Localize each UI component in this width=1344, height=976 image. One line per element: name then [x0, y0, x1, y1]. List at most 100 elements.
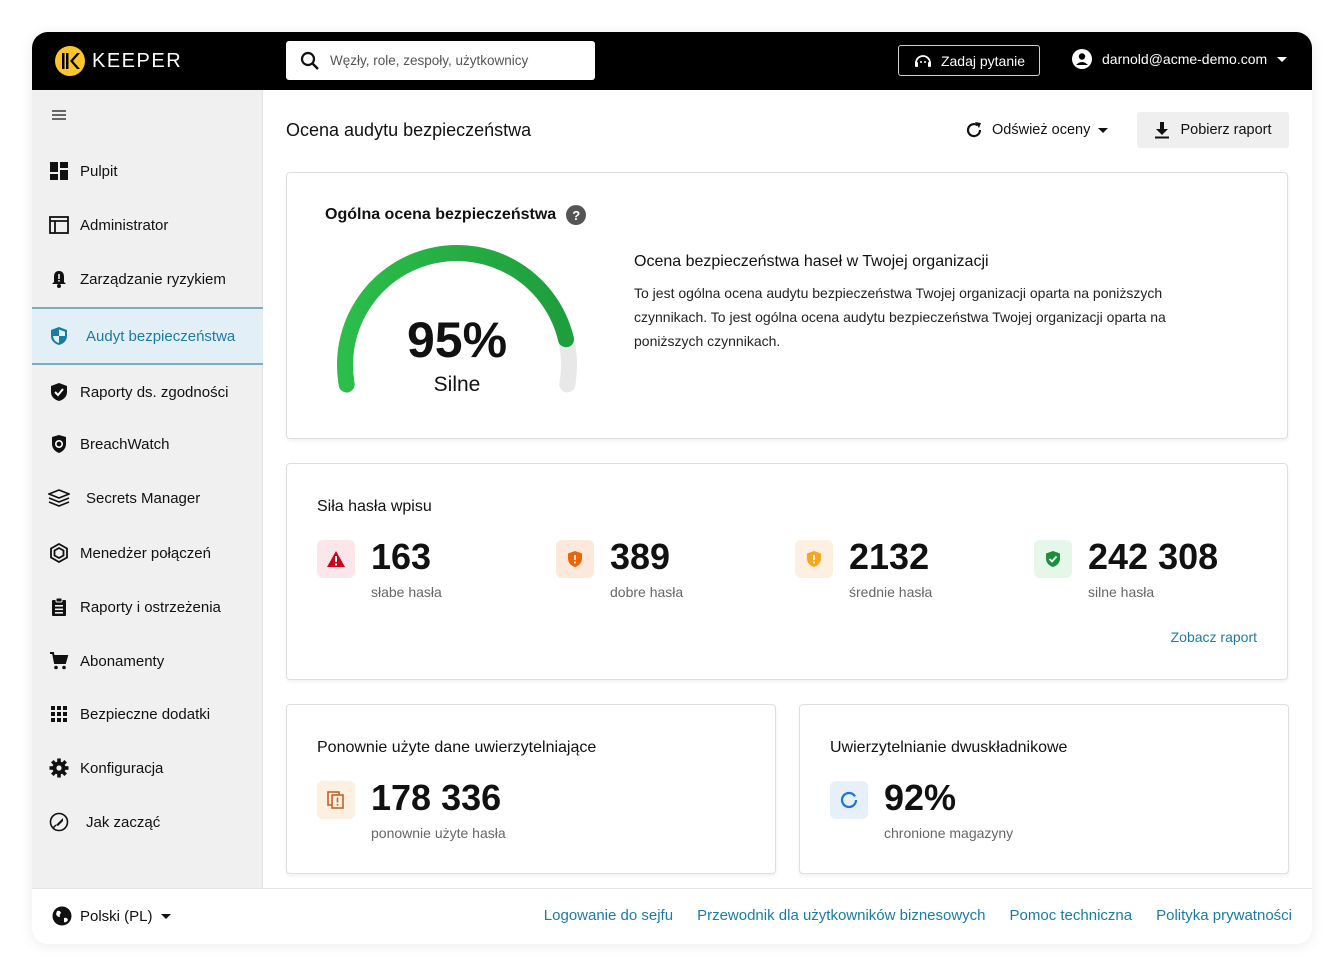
sidebar-item-label: Pulpit — [80, 162, 118, 180]
grid-icon — [48, 703, 70, 725]
overall-score-card: Ogólna ocena bezpieczeństwa ? 95% Silne — [286, 172, 1288, 439]
warning-triangle-icon — [317, 540, 355, 578]
gear-icon — [48, 757, 70, 779]
chevron-down-icon — [1277, 56, 1288, 62]
weak-passwords-count: 163 — [371, 536, 432, 577]
strong-passwords-count: 242 308 — [1088, 536, 1219, 577]
cart-icon — [48, 650, 70, 672]
dashboard-icon — [48, 160, 70, 182]
score-value: 95% — [406, 312, 508, 368]
sidebar-item-label: Abonamenty — [80, 652, 165, 670]
shield-exclamation-icon — [556, 540, 594, 578]
privacy-policy-link[interactable]: Polityka prywatności — [1156, 907, 1292, 924]
download-report-label: Pobierz raport — [1180, 122, 1272, 138]
sidebar-item-label: BreachWatch — [80, 435, 170, 453]
score-rating: Silne — [433, 373, 481, 396]
two-factor-label: chronione magazyny — [884, 825, 1014, 841]
user-email: darnold@acme-demo.com — [1102, 51, 1268, 67]
layers-icon — [48, 487, 70, 509]
search-box[interactable] — [286, 41, 595, 80]
chevron-down-icon — [160, 913, 171, 919]
shield-check-icon — [1034, 540, 1072, 578]
download-icon — [1155, 122, 1170, 139]
refresh-scores-dropdown[interactable]: Odśwież oceny — [964, 120, 1109, 140]
ask-question-label: Zadaj pytanie — [940, 52, 1026, 69]
sidebar-item-label: Raporty i ostrzeżenia — [80, 598, 221, 616]
rocket-icon — [48, 811, 70, 833]
reused-credentials-title: Ponownie użyte dane uwierzytelniające — [317, 739, 597, 756]
app-window: KEEPER Zadaj pytanie darn — [32, 32, 1312, 944]
view-report-link[interactable]: Zobacz raport — [1171, 629, 1257, 645]
footer: Polski (PL) Logowanie do sejfu Przewodni… — [32, 888, 1312, 944]
account-circle-icon — [1072, 49, 1092, 69]
sidebar-item-getting-started[interactable]: Jak zacząć — [32, 802, 263, 842]
reused-credentials-card: Ponownie użyte dane uwierzytelniające 17… — [286, 704, 776, 874]
sidebar-item-breachwatch[interactable]: BreachWatch — [32, 424, 263, 464]
reused-passwords-label: ponownie użyte hasła — [371, 825, 506, 841]
reused-passwords-count: 178 336 — [371, 777, 502, 818]
language-selector[interactable]: Polski (PL) — [52, 906, 171, 926]
help-icon[interactable]: ? — [566, 205, 587, 225]
two-factor-card: Uwierzytelnianie dwuskładnikowe 92% chro… — [799, 704, 1289, 874]
download-report-button[interactable]: Pobierz raport — [1137, 112, 1289, 148]
vault-login-link[interactable]: Logowanie do sejfu — [544, 907, 673, 924]
connection-hexagon-icon — [48, 542, 70, 564]
sidebar-item-pulpit[interactable]: Pulpit — [32, 151, 263, 191]
main-content: Ocena audytu bezpieczeństwa Odśwież ocen… — [264, 90, 1312, 888]
strong-passwords-label: silne hasła — [1088, 584, 1155, 600]
sidebar-item-label: Jak zacząć — [86, 813, 161, 831]
sidebar-item-secrets-manager[interactable]: Secrets Manager — [32, 478, 263, 518]
user-menu[interactable]: darnold@acme-demo.com — [1072, 49, 1288, 69]
shield-half-icon — [48, 325, 70, 347]
score-description: Ocena bezpieczeństwa haseł w Twojej orga… — [634, 253, 1234, 353]
sidebar-item-administrator[interactable]: Administrator — [32, 205, 263, 245]
breachwatch-icon — [48, 433, 70, 455]
good-passwords-label: dobre hasła — [610, 584, 684, 600]
two-factor-percent: 92% — [884, 777, 957, 818]
clipboard-icon — [48, 596, 70, 618]
refresh-icon — [966, 122, 982, 138]
sidebar-item-label: Menedżer połączeń — [80, 544, 211, 562]
sidebar-item-secure-addons[interactable]: Bezpieczne dodatki — [32, 694, 263, 734]
shield-check-icon — [48, 381, 70, 403]
sidebar-item-compliance-reports[interactable]: Raporty ds. zgodności — [32, 372, 263, 412]
sidebar-item-connection-manager[interactable]: Menedżer połączeń — [32, 533, 263, 573]
sidebar-item-label: Bezpieczne dodatki — [80, 705, 211, 723]
sidebar-item-risk-management[interactable]: Zarządzanie ryzykiem — [32, 259, 263, 299]
keeper-logo[interactable]: KEEPER — [54, 45, 182, 77]
sidebar-item-label: Zarządzanie ryzykiem — [80, 270, 226, 288]
copy-warning-icon — [317, 781, 355, 819]
footer-links: Logowanie do sejfu Przewodnik dla użytko… — [544, 907, 1292, 924]
sidebar-item-subscriptions[interactable]: Abonamenty — [32, 641, 263, 681]
score-description-title: Ocena bezpieczeństwa haseł w Twojej orga… — [634, 253, 989, 270]
menu-toggle-icon[interactable] — [52, 110, 66, 122]
password-strength-card: Siła hasła wpisu 163 słabe hasła 389 dob… — [286, 463, 1288, 680]
search-input[interactable] — [330, 53, 580, 68]
keeper-logo-icon — [55, 46, 85, 76]
page-title: Ocena audytu bezpieczeństwa — [286, 120, 532, 140]
headset-icon — [914, 54, 931, 67]
shield-exclamation-icon — [795, 540, 833, 578]
sidebar-item-label: Audyt bezpieczeństwa — [86, 327, 236, 345]
sidebar-item-label: Administrator — [80, 216, 169, 234]
sidebar-item-security-audit[interactable]: Audyt bezpieczeństwa — [32, 307, 263, 365]
chevron-down-icon — [1098, 127, 1109, 133]
sidebar-item-configuration[interactable]: Konfiguracja — [32, 748, 263, 788]
sidebar-item-label: Secrets Manager — [86, 489, 201, 507]
score-description-body: To jest ogólna ocena audytu bezpieczeńst… — [634, 285, 1166, 349]
two-factor-title: Uwierzytelnianie dwuskładnikowe — [830, 739, 1068, 756]
ask-question-button[interactable]: Zadaj pytanie — [898, 45, 1040, 76]
support-link[interactable]: Pomoc techniczna — [1010, 907, 1133, 924]
weak-passwords-label: słabe hasła — [371, 584, 442, 600]
medium-passwords-label: średnie hasła — [849, 584, 933, 600]
top-bar: KEEPER Zadaj pytanie darn — [32, 32, 1312, 90]
sidebar-item-reports-alerts[interactable]: Raporty i ostrzeżenia — [32, 587, 263, 627]
good-passwords-count: 389 — [610, 536, 671, 577]
password-strength-title: Siła hasła wpisu — [317, 498, 432, 515]
search-icon — [300, 51, 319, 70]
bell-alert-icon — [48, 268, 70, 290]
business-guide-link[interactable]: Przewodnik dla użytkowników biznesowych — [697, 907, 985, 924]
score-gauge: 95% Silne — [327, 243, 587, 403]
globe-icon — [52, 906, 72, 926]
sidebar-item-label: Konfiguracja — [80, 759, 164, 777]
